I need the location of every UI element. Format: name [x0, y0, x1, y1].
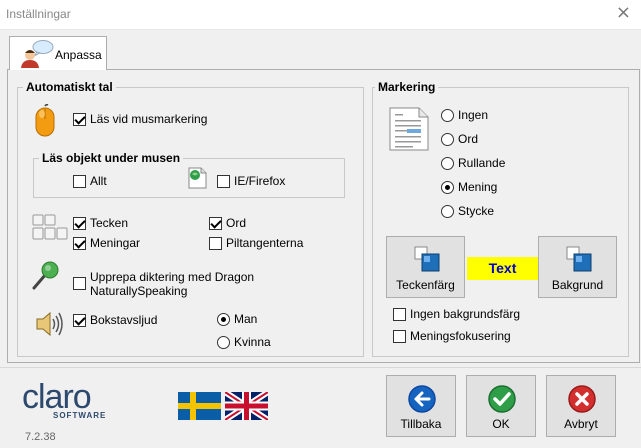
iefirefox-checkbox[interactable]: IE/Firefox	[217, 174, 285, 188]
text-color-label: Teckenfärg	[396, 278, 455, 292]
uk-flag-icon[interactable]	[225, 392, 268, 420]
marking-paragraph-radio[interactable]: Stycke	[441, 204, 494, 218]
arrowkeys-box[interactable]	[209, 237, 222, 250]
sentence-focus-box[interactable]	[393, 330, 406, 343]
dragon-box[interactable]	[73, 277, 86, 290]
woman-radio[interactable]: Kvinna	[217, 335, 271, 349]
back-label: Tillbaka	[400, 417, 442, 431]
ok-button[interactable]: OK	[466, 375, 536, 437]
marking-scrolling-label: Rullande	[458, 156, 506, 170]
words-label: Ord	[226, 216, 247, 230]
iefirefox-label: IE/Firefox	[234, 174, 286, 188]
marking-title: Markering	[375, 80, 439, 94]
checkmark-icon	[488, 385, 516, 413]
marking-sentence-label: Mening	[458, 180, 498, 194]
sentences-box[interactable]	[73, 237, 86, 250]
color-squares-icon	[414, 246, 440, 272]
text-color-button[interactable]: Teckenfärg	[386, 236, 465, 298]
claro-logo: claro SOFTWARE	[22, 378, 105, 424]
arrow-left-icon	[408, 385, 436, 413]
auto-speech-group	[17, 87, 364, 357]
keyboard-keys-icon	[32, 214, 68, 240]
background-label: Bakgrund	[551, 278, 604, 292]
man-label: Man	[234, 312, 258, 326]
mouse-icon	[35, 104, 55, 137]
version-number: 7.2.38	[25, 431, 56, 443]
document-icon	[389, 107, 429, 151]
marking-word-radio[interactable]: Ord	[441, 132, 478, 146]
cancel-x-icon	[568, 385, 596, 413]
logo-main: claro	[22, 378, 92, 416]
chars-box[interactable]	[73, 217, 86, 230]
window-title: Inställningar	[6, 7, 71, 21]
letter-sound-label: Bokstavsljud	[90, 313, 158, 327]
auto-speech-title: Automatiskt tal	[23, 80, 116, 94]
dragon-checkbox[interactable]: Upprepa diktering med Dragon NaturallySp…	[73, 270, 293, 298]
man-radio[interactable]: Man	[217, 312, 257, 326]
sentence-focus-label: Meningsfokusering	[410, 329, 511, 343]
microphone-icon	[32, 261, 59, 290]
dragon-label-line1: Upprepa diktering med Dragon	[90, 270, 255, 284]
no-bg-color-checkbox[interactable]: Ingen bakgrundsfärg	[393, 307, 520, 321]
marking-sentence-radio[interactable]: Mening	[441, 180, 497, 194]
user-speech-icon	[21, 40, 54, 68]
marking-word-dot[interactable]	[441, 133, 454, 146]
letter-sound-checkbox[interactable]: Bokstavsljud	[73, 313, 157, 327]
tab-anpassa[interactable]: Anpassa	[9, 36, 107, 70]
letter-sound-box[interactable]	[73, 314, 86, 327]
read-on-mouse-checkbox[interactable]: Läs vid musmarkering	[73, 112, 207, 126]
cancel-label: Avbryt	[564, 417, 598, 431]
marking-none-dot[interactable]	[441, 109, 454, 122]
marking-word-label: Ord	[458, 132, 479, 146]
iefirefox-box[interactable]	[217, 175, 230, 188]
chars-checkbox[interactable]: Tecken	[73, 216, 128, 230]
marking-none-label: Ingen	[458, 108, 489, 122]
sentence-focus-checkbox[interactable]: Meningsfokusering	[393, 329, 511, 343]
no-bg-color-label: Ingen bakgrundsfärg	[410, 307, 521, 321]
sentences-label: Meningar	[90, 236, 141, 250]
swedish-flag-icon[interactable]	[178, 392, 221, 420]
man-radio-dot[interactable]	[217, 313, 230, 326]
tab-label: Anpassa	[55, 48, 102, 62]
no-bg-color-box[interactable]	[393, 308, 406, 321]
marking-scrolling-radio[interactable]: Rullande	[441, 156, 505, 170]
background-button[interactable]: Bakgrund	[538, 236, 617, 298]
close-icon[interactable]: ×	[616, 4, 631, 22]
arrowkeys-label: Piltangenterna	[226, 236, 304, 250]
ok-label: OK	[492, 417, 510, 431]
all-label: Allt	[90, 174, 107, 188]
marking-sentence-dot[interactable]	[441, 181, 454, 194]
cancel-button[interactable]: Avbryt	[546, 375, 616, 437]
color-squares-icon	[566, 246, 592, 272]
back-button[interactable]: Tillbaka	[386, 375, 456, 437]
marking-scrolling-dot[interactable]	[441, 157, 454, 170]
dragon-label-line2: NaturallySpeaking	[90, 284, 188, 298]
title-bar: Inställningar ×	[0, 0, 641, 30]
speaker-icon	[36, 311, 63, 337]
marking-paragraph-label: Stycke	[458, 204, 495, 218]
logo-sub: SOFTWARE	[53, 411, 107, 420]
read-on-mouse-label: Läs vid musmarkering	[90, 112, 208, 126]
objects-title: Läs objekt under musen	[39, 151, 184, 165]
words-checkbox[interactable]: Ord	[209, 216, 246, 230]
sentences-checkbox[interactable]: Meningar	[73, 236, 140, 250]
dragon-label-wrap: Upprepa diktering med Dragon NaturallySp…	[90, 270, 254, 298]
read-on-mouse-box[interactable]	[73, 113, 86, 126]
footer-separator	[0, 367, 641, 368]
words-box[interactable]	[209, 217, 222, 230]
arrowkeys-checkbox[interactable]: Piltangenterna	[209, 236, 303, 250]
woman-label: Kvinna	[234, 335, 271, 349]
marking-none-radio[interactable]: Ingen	[441, 108, 488, 122]
woman-radio-dot[interactable]	[217, 336, 230, 349]
all-box[interactable]	[73, 175, 86, 188]
chars-label: Tecken	[90, 216, 129, 230]
web-page-icon	[188, 167, 207, 189]
marking-paragraph-dot[interactable]	[441, 205, 454, 218]
sample-text-swatch: Text	[467, 257, 538, 280]
all-checkbox[interactable]: Allt	[73, 174, 107, 188]
